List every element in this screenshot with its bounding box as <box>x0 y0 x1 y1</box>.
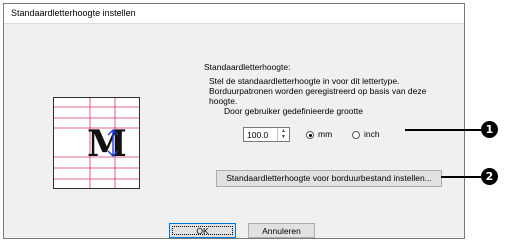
ok-button[interactable]: OK <box>169 223 236 238</box>
description-line: Borduurpatronen worden geregistreerd op … <box>209 86 427 96</box>
title-bar: Standaardletterhoogte instellen <box>4 4 464 24</box>
spinner-down-icon[interactable]: ▼ <box>278 134 289 140</box>
description-line: hoogte. <box>209 96 238 106</box>
section-heading: Standaardletterhoogte: <box>204 62 291 72</box>
spinner-buttons: ▲ ▼ <box>277 128 289 141</box>
preview-graphic: M <box>54 98 139 188</box>
height-spinner[interactable]: 100.0 ▲ ▼ <box>243 127 290 142</box>
set-embroidery-height-button[interactable]: Standaardletterhoogte voor borduurbestan… <box>216 170 442 187</box>
unit-mm-radio[interactable] <box>306 131 314 139</box>
unit-mm-label[interactable]: mm <box>318 129 332 139</box>
cancel-button[interactable]: Annuleren <box>248 223 315 238</box>
window-title: Standaardletterhoogte instellen <box>11 8 136 18</box>
focus-ring <box>172 226 233 235</box>
callout-line-1 <box>405 129 481 131</box>
callout-marker-1: 1 <box>481 121 498 138</box>
callout-line-2 <box>441 176 481 178</box>
height-value[interactable]: 100.0 <box>247 130 268 140</box>
callout-marker-2: 2 <box>481 168 498 185</box>
description-text: Stel de standaardletterhoogte in voor di… <box>209 76 429 106</box>
description-line: Stel de standaardletterhoogte in voor di… <box>209 76 400 86</box>
unit-inch-radio[interactable] <box>352 131 360 139</box>
unit-inch-label[interactable]: inch <box>364 129 380 139</box>
preview-letter: M <box>87 123 127 165</box>
custom-size-label: Door gebruiker gedefinieerde grootte <box>224 106 363 116</box>
dialog-window: Standaardletterhoogte instellen Standaar… <box>3 3 465 239</box>
letter-height-preview: M <box>53 97 140 189</box>
